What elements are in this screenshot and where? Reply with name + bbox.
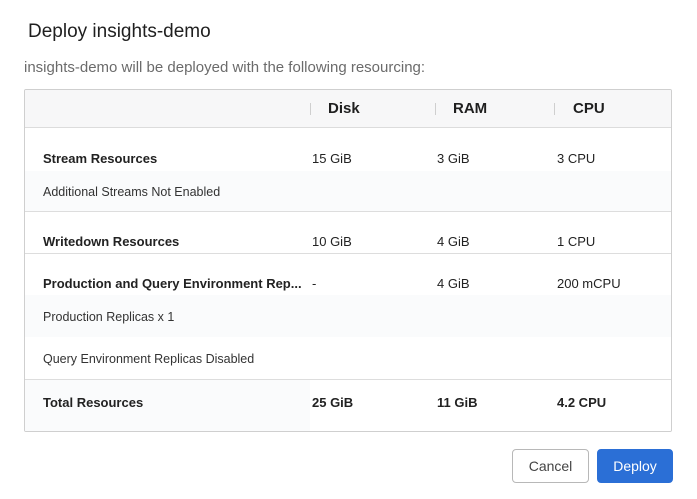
column-separator (435, 103, 436, 115)
cancel-button[interactable]: Cancel (512, 449, 589, 483)
table-row: Stream Resources 15 GiB 3 GiB 3 CPU (25, 129, 671, 171)
table-row: Production and Query Environment Rep... … (25, 254, 671, 295)
deploy-button[interactable]: Deploy (597, 449, 673, 483)
column-header-cpu: CPU (573, 100, 605, 117)
total-row: Total Resources 25 GiB 11 GiB 4.2 CPU (25, 380, 671, 431)
row-sub-label: Additional Streams Not Enabled (43, 185, 221, 199)
row-ram: 3 GiB (437, 151, 470, 166)
row-disk: 15 GiB (312, 151, 352, 166)
total-disk: 25 GiB (312, 395, 354, 410)
resources-table: Disk RAM CPU Stream Resources 15 GiB 3 G… (24, 89, 672, 432)
total-label: Total Resources (43, 395, 144, 410)
row-sub-label: Query Environment Replicas Disabled (43, 352, 255, 366)
column-header-ram: RAM (453, 100, 488, 117)
row-label: Stream Resources (43, 151, 158, 166)
row-cpu: 200 mCPU (557, 276, 621, 291)
deploy-dialog: Deploy insights-demo insights-demo will … (0, 0, 697, 499)
column-header-disk: Disk (328, 100, 360, 117)
row-ram: 4 GiB (437, 234, 470, 249)
row-sub-label: Production Replicas x 1 (43, 310, 175, 324)
column-separator (310, 103, 311, 115)
dialog-subtitle: insights-demo will be deployed with the … (24, 59, 426, 76)
column-separator (554, 103, 555, 115)
table-row: Production Replicas x 1 (25, 295, 671, 337)
dialog-title: Deploy insights-demo (28, 21, 211, 42)
row-cpu: 1 CPU (557, 234, 596, 249)
total-cpu: 4.2 CPU (557, 395, 607, 410)
row-label: Production and Query Environment Rep... (43, 276, 302, 291)
row-disk: 10 GiB (312, 234, 352, 249)
table-row: Query Environment Replicas Disabled (25, 337, 671, 379)
row-label: Writedown Resources (43, 234, 180, 249)
table-header: Disk RAM CPU (25, 90, 671, 128)
table-row: Additional Streams Not Enabled (25, 171, 671, 211)
total-ram: 11 GiB (437, 395, 478, 410)
table-row: Writedown Resources 10 GiB 4 GiB 1 CPU (25, 212, 671, 253)
row-ram: 4 GiB (437, 276, 470, 291)
row-disk: - (312, 276, 317, 291)
row-cpu: 3 CPU (557, 151, 596, 166)
